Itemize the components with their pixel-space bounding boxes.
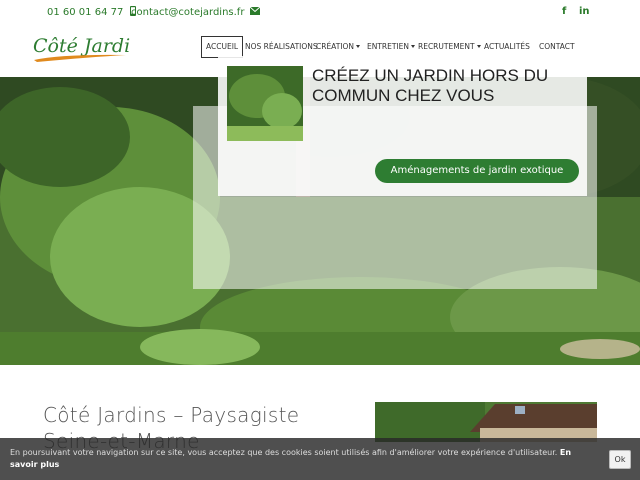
hero-thumbnail — [227, 66, 303, 141]
nav-item-recrutement[interactable]: RECRUTEMENT — [418, 36, 481, 58]
nav-item-creation[interactable]: CRÉATION — [316, 36, 361, 58]
chevron-down-icon — [476, 45, 481, 48]
chevron-down-icon — [356, 45, 361, 48]
svg-text:Côté Jardins: Côté Jardins — [33, 35, 131, 57]
house-photo — [375, 402, 597, 442]
logo[interactable]: Côté Jardins — [31, 30, 131, 64]
hero-title: CRÉEZ UN JARDIN HORS DU COMMUN CHEZ VOUS — [312, 66, 549, 105]
nav-item-accueil[interactable]: ACCUEIL — [201, 36, 244, 58]
nav-item-actualites[interactable]: ACTUALITÉS — [484, 36, 530, 58]
exotic-garden-button[interactable]: Aménagements de jardin exotique — [375, 159, 579, 183]
envelope-icon — [249, 6, 260, 15]
cookie-message: En poursuivant votre navigation sur ce s… — [10, 448, 572, 469]
phone-number: 01 60 01 64 77 — [47, 7, 124, 18]
cookie-banner: En poursuivant votre navigation sur ce s… — [0, 438, 640, 480]
nav-item-entretien[interactable]: ENTRETIEN — [367, 36, 416, 58]
email-link[interactable]: contact@cotejardins.fr — [131, 6, 260, 18]
facebook-icon[interactable]: f — [562, 6, 566, 17]
chevron-down-icon — [411, 45, 416, 48]
phone-link[interactable]: 01 60 01 64 77 — [47, 6, 137, 18]
linkedin-icon[interactable]: in — [579, 6, 590, 17]
nav-item-realisations[interactable]: NOS RÉALISATIONS — [245, 36, 318, 58]
nav-item-contact[interactable]: CONTACT — [539, 36, 575, 58]
page: 01 60 01 64 77 contact@cotejardins.fr f … — [0, 0, 640, 480]
cookie-ok-button[interactable]: Ok — [609, 450, 631, 469]
email-address: contact@cotejardins.fr — [131, 7, 245, 18]
topbar: 01 60 01 64 77 contact@cotejardins.fr f … — [0, 0, 640, 26]
